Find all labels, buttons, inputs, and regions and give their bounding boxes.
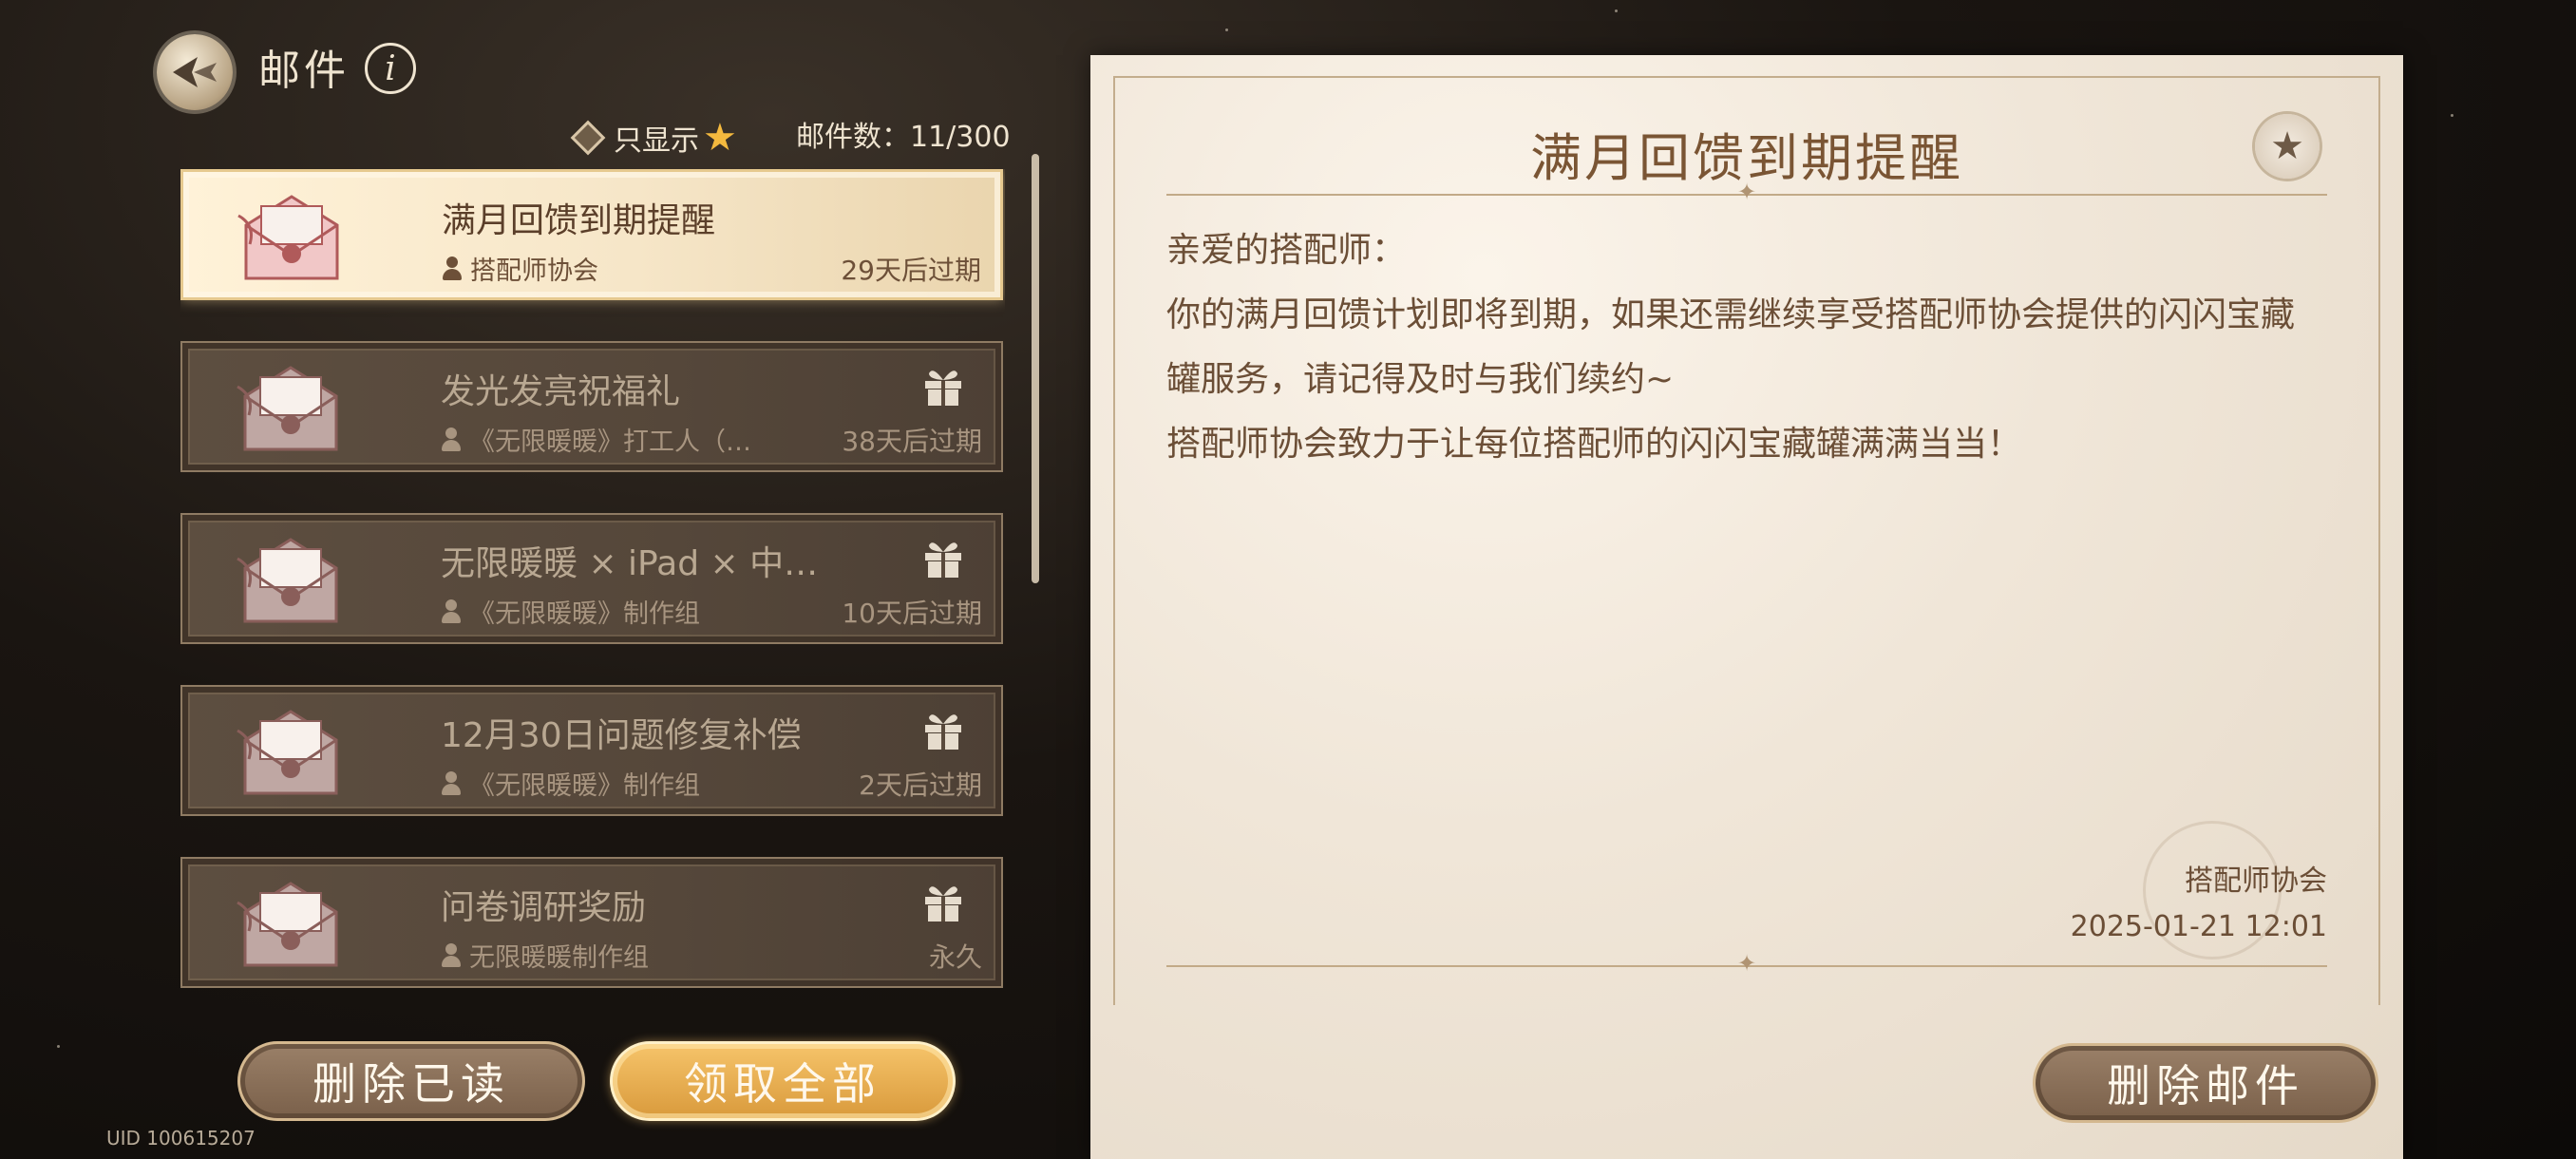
mail-sender-name: 《无限暖暖》制作组 (469, 771, 700, 801)
mail-sender-name: 无限暖暖制作组 (469, 943, 649, 973)
mail-sender-name: 《无限暖暖》打工人（… (469, 428, 751, 457)
gift-icon (925, 370, 961, 406)
person-icon (441, 770, 462, 796)
mail-expiry: 10天后过期 (842, 598, 982, 629)
mail-sender: 无限暖暖制作组 (441, 937, 649, 974)
mail-sender: 《无限暖暖》制作组 (441, 765, 700, 802)
mail-title: 12月30日问题修复补偿 (441, 716, 802, 755)
mail-sender-name: 搭配师协会 (470, 256, 598, 286)
mail-item[interactable]: 无限暖暖 × iPad × 中… 《无限暖暖》制作组 10天后过期 (180, 513, 1003, 644)
mail-sender: 《无限暖暖》制作组 (441, 593, 700, 630)
mail-title: 满月回馈到期提醒 (442, 201, 716, 240)
person-icon (441, 427, 462, 452)
letter-signature-block: 搭配师协会 2025-01-21 12:01 (2071, 859, 2327, 950)
claim-all-button[interactable]: 领取全部 (610, 1041, 956, 1121)
favorite-star-button[interactable]: ★ (2255, 114, 2320, 179)
mail-item[interactable]: 满月回馈到期提醒搭配师协会 29天后过期 (180, 169, 1003, 300)
back-button[interactable] (157, 34, 233, 110)
mail-item[interactable]: 12月30日问题修复补偿《无限暖暖》制作组 2天后过期 (180, 685, 1003, 816)
sparkle (1615, 10, 1618, 12)
uid-label: UID 100615207 (106, 1127, 256, 1150)
envelope-icon (237, 366, 338, 451)
mail-item[interactable]: 问卷调研奖励无限暖暖制作组 永久 (180, 857, 1003, 988)
gift-icon (925, 542, 961, 578)
envelope-icon (237, 195, 339, 280)
mail-title: 发光发亮祝福礼 (441, 372, 681, 411)
letter-panel: 满月回馈到期提醒 ★ 亲爱的搭配师： 你的满月回馈计划即将到期，如果还需继续享受… (1090, 55, 2403, 1159)
mail-item[interactable]: 发光发亮祝福礼《无限暖暖》打工人（… 38天后过期 (180, 341, 1003, 472)
envelope-icon (237, 882, 338, 967)
scrollbar[interactable] (1032, 154, 1039, 583)
letter-signature: 搭配师协会 (2185, 864, 2327, 898)
page-title: 邮件 (258, 47, 350, 95)
mail-list[interactable]: 满月回馈到期提醒搭配师协会 29天后过期发光发亮祝福礼《无限暖暖》打工人（… 38天… (180, 169, 1005, 988)
gift-icon (925, 714, 961, 750)
mail-expiry: 29天后过期 (841, 255, 981, 286)
sparkle (1225, 28, 1228, 31)
mail-expiry: 38天后过期 (842, 426, 982, 457)
mail-count: 邮件数：11/300 (796, 121, 1011, 154)
mail-sender-name: 《无限暖暖》制作组 (469, 599, 700, 629)
letter-body: 亲爱的搭配师： 你的满月回馈计划即将到期，如果还需继续享受搭配师协会提供的闪闪宝… (1166, 218, 2325, 477)
checkbox-diamond-icon (570, 120, 606, 156)
mail-expiry: 永久 (928, 941, 982, 973)
letter-greeting: 亲爱的搭配师： (1166, 231, 1407, 270)
person-icon (442, 256, 463, 281)
mail-sender: 《无限暖暖》打工人（… (441, 421, 751, 458)
envelope-icon (237, 710, 338, 795)
star-filter-toggle[interactable]: 只显示 ★ (570, 116, 737, 160)
sparkle (2451, 114, 2453, 117)
mail-title: 无限暖暖 × iPad × 中… (441, 544, 819, 583)
top-divider (1166, 194, 2327, 196)
letter-paragraph: 你的满月回馈计划即将到期，如果还需继续享受搭配师协会提供的闪闪宝藏罐服务，请记得… (1166, 295, 2296, 399)
sparkle (57, 1045, 60, 1048)
info-button[interactable]: i (365, 43, 416, 94)
envelope-icon (237, 538, 338, 623)
person-icon (441, 598, 462, 624)
mail-title: 问卷调研奖励 (441, 888, 647, 927)
letter-paragraph: 搭配师协会致力于让每位搭配师的闪闪宝藏罐满满当当！ (1166, 425, 2022, 464)
person-icon (441, 942, 462, 968)
filter-label: 只显示 (614, 124, 699, 158)
star-icon: ★ (703, 116, 737, 160)
delete-mail-button[interactable]: 删除邮件 (2033, 1043, 2378, 1123)
letter-date: 2025-01-21 12:01 (2070, 910, 2327, 943)
star-icon: ★ (2270, 124, 2304, 168)
back-arrow-icon (173, 57, 217, 87)
bottom-divider (1166, 965, 2327, 967)
mail-sender: 搭配师协会 (442, 250, 598, 287)
gift-icon (925, 886, 961, 922)
delete-read-button[interactable]: 删除已读 (237, 1041, 585, 1121)
mail-expiry: 2天后过期 (859, 770, 982, 801)
